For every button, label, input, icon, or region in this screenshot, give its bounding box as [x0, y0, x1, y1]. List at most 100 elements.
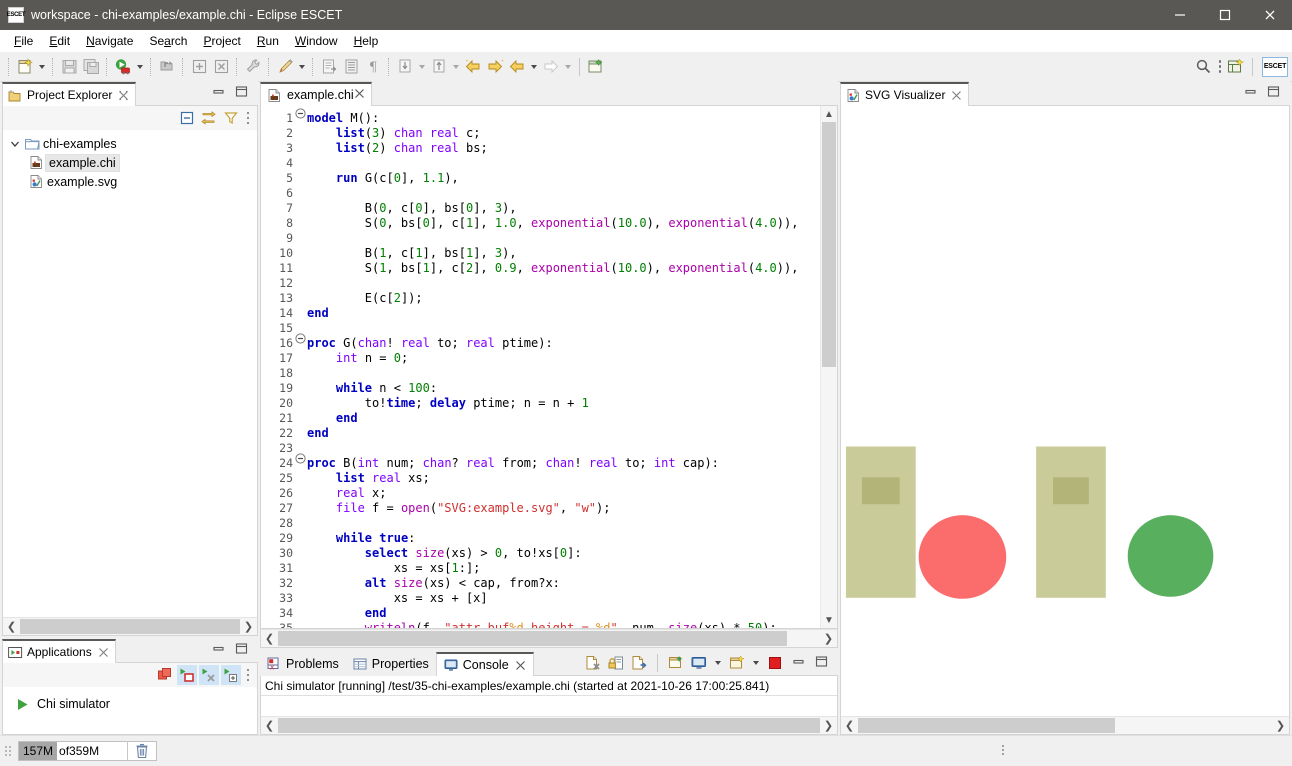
fold-column[interactable]	[295, 106, 307, 628]
maximize-icon[interactable]	[1267, 85, 1280, 101]
back-arrow-icon[interactable]	[462, 56, 484, 78]
menu-file[interactable]: FFileile	[6, 32, 41, 50]
tab-applications[interactable]: Applications	[2, 639, 116, 663]
maximize-icon[interactable]	[235, 642, 248, 658]
terminate-square-icon[interactable]	[765, 653, 785, 673]
scroll-track[interactable]	[822, 122, 836, 612]
back-nav-dropdown-chevron-down-icon[interactable]	[528, 56, 540, 78]
scroll-thumb[interactable]	[858, 718, 1115, 733]
minimize-icon[interactable]	[1244, 85, 1257, 101]
list-item[interactable]: Chi simulator	[3, 693, 257, 715]
code-area[interactable]: model M(): list(3) chan real c; list(2) …	[307, 106, 820, 628]
pin-console-icon[interactable]	[666, 653, 686, 673]
menu-window[interactable]: Window	[287, 32, 346, 50]
menu-project[interactable]: Project	[195, 32, 248, 50]
scroll-left-arrow[interactable]: ❮	[3, 618, 20, 635]
new-chi-icon[interactable]	[585, 56, 607, 78]
heap-status[interactable]: 157M of 359M	[18, 741, 157, 761]
open-perspective-icon[interactable]	[1225, 56, 1247, 78]
maximize-button[interactable]	[1202, 0, 1247, 30]
close-button[interactable]	[1247, 0, 1292, 30]
scroll-track[interactable]	[20, 619, 240, 634]
next-annotation-dropdown-chevron-down-icon[interactable]	[416, 56, 428, 78]
minimize-icon[interactable]	[212, 642, 225, 658]
maximize-icon[interactable]	[815, 655, 828, 671]
console-hscrollbar[interactable]: ❮ ❯	[261, 716, 837, 734]
view-menu-icon[interactable]	[247, 112, 250, 125]
copy-icon[interactable]	[155, 665, 175, 685]
scroll-down-arrow[interactable]: ▼	[821, 612, 837, 628]
svg-visualizer-hscrollbar[interactable]: ❮ ❯	[841, 716, 1289, 734]
new-dropdown-chevron-down-icon[interactable]	[36, 56, 48, 78]
forward-arrow-icon[interactable]	[484, 56, 506, 78]
menu-edit[interactable]: Edit	[41, 32, 78, 50]
remove-terminated-icon[interactable]	[221, 665, 241, 685]
tab-example-chi[interactable]: example.chi	[260, 82, 372, 106]
close-icon[interactable]	[354, 88, 365, 102]
tab-project-explorer[interactable]: Project Explorer	[2, 82, 136, 106]
fold-toggle-icon[interactable]	[295, 451, 307, 466]
show-on-output-icon[interactable]	[629, 653, 649, 673]
scroll-thumb[interactable]	[822, 122, 836, 367]
terminate-icon[interactable]	[177, 665, 197, 685]
clear-console-icon[interactable]	[583, 653, 603, 673]
menu-navigate[interactable]: Navigate	[78, 32, 141, 50]
terminate-all-icon[interactable]	[199, 665, 219, 685]
tree-row[interactable]: chi-examples	[3, 134, 257, 153]
minimize-icon[interactable]	[212, 85, 225, 101]
tab-svg-visualizer[interactable]: SVG Visualizer	[840, 82, 969, 106]
close-icon[interactable]	[118, 90, 129, 101]
minimize-button[interactable]	[1157, 0, 1202, 30]
close-icon[interactable]	[98, 647, 109, 658]
chevron-down-icon[interactable]	[7, 139, 23, 149]
run-dropdown-chevron-down-icon[interactable]	[134, 56, 146, 78]
menu-search[interactable]: Search	[141, 32, 195, 50]
editor-vscrollbar[interactable]: ▲ ▼	[820, 106, 837, 628]
menu-help[interactable]: Help	[346, 32, 387, 50]
project-explorer-hscrollbar[interactable]: ❮ ❯	[3, 617, 257, 635]
close-icon[interactable]	[951, 90, 962, 101]
display-console-dropdown-chevron-down-icon[interactable]	[712, 653, 724, 673]
scroll-right-arrow[interactable]: ❯	[240, 618, 257, 635]
scroll-lock-icon[interactable]	[606, 653, 626, 673]
console-body[interactable]: Chi simulator [running] /test/35-chi-exa…	[260, 676, 838, 735]
tree-row[interactable]: example.svg	[3, 172, 257, 191]
svg-visualizer-body[interactable]: ❮ ❯	[840, 106, 1290, 735]
scroll-thumb[interactable]	[278, 631, 787, 646]
maximize-icon[interactable]	[235, 85, 248, 101]
toolbar-overflow-dots[interactable]	[1219, 60, 1222, 73]
link-editor-icon[interactable]	[199, 108, 219, 128]
scroll-up-arrow[interactable]: ▲	[821, 106, 837, 122]
new-file-icon[interactable]	[14, 56, 36, 78]
scroll-left-arrow[interactable]: ❮	[261, 717, 278, 734]
scroll-left-arrow[interactable]: ❮	[261, 630, 278, 647]
scroll-thumb[interactable]	[278, 718, 820, 733]
tree-row[interactable]: example.chi	[3, 153, 257, 172]
display-console-icon[interactable]	[689, 653, 709, 673]
scroll-thumb[interactable]	[20, 619, 240, 634]
search-icon[interactable]	[1193, 56, 1215, 78]
svg-render-canvas[interactable]	[841, 106, 1289, 651]
view-menu-icon[interactable]	[247, 669, 250, 682]
filter-icon[interactable]	[221, 108, 241, 128]
open-console-dropdown-chevron-down-icon[interactable]	[750, 653, 762, 673]
tab-console[interactable]: Console	[436, 652, 534, 676]
scroll-right-arrow[interactable]: ❯	[820, 717, 837, 734]
fold-toggle-icon[interactable]	[295, 106, 307, 121]
pen-icon[interactable]	[274, 56, 296, 78]
close-icon[interactable]	[515, 660, 526, 671]
back-arrow-nav-icon[interactable]	[506, 56, 528, 78]
trash-icon[interactable]	[127, 741, 156, 761]
previous-annotation-dropdown-chevron-down-icon[interactable]	[450, 56, 462, 78]
minimize-icon[interactable]	[792, 655, 805, 671]
fold-toggle-icon[interactable]	[295, 331, 307, 346]
escet-perspective-button[interactable]: ESCET	[1262, 57, 1288, 77]
scroll-track[interactable]	[858, 718, 1272, 733]
tab-problems[interactable]: x Problems	[260, 652, 346, 676]
tab-properties[interactable]: Properties	[346, 652, 436, 676]
scroll-right-arrow[interactable]: ❯	[1272, 717, 1289, 734]
menu-run[interactable]: Run	[249, 32, 287, 50]
scroll-right-arrow[interactable]: ❯	[820, 630, 837, 647]
run-icon[interactable]	[112, 56, 134, 78]
pen-dropdown-chevron-down-icon[interactable]	[296, 56, 308, 78]
